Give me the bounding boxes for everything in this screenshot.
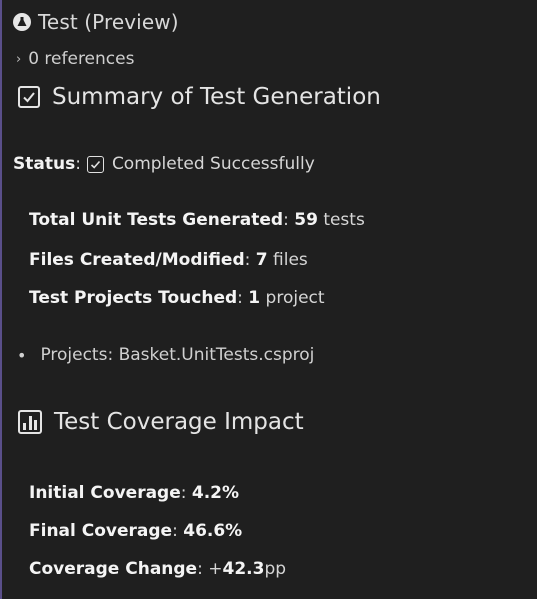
- checkbox-checked-icon: [86, 155, 104, 173]
- stat-label: Files Created/Modified: [29, 250, 245, 270]
- editor-left-rule: [0, 0, 2, 599]
- summary-heading: Summary of Test Generation: [18, 84, 381, 110]
- header-title: Test (Preview): [38, 10, 179, 34]
- stat-projects: Test Projects Touched: 1 project: [29, 288, 325, 308]
- stat-final-coverage: Final Coverage: 46.6%: [29, 521, 243, 541]
- stat-prefix: +: [208, 559, 223, 579]
- summary-heading-text: Summary of Test Generation: [52, 84, 381, 110]
- status-label: Status: [13, 154, 76, 174]
- stat-value: 59: [294, 210, 318, 230]
- status-line: Status: Completed Successfully: [13, 154, 315, 174]
- stat-value: 42.3: [222, 559, 265, 579]
- stat-label: Initial Coverage: [29, 483, 181, 503]
- projects-line: Projects: Basket.UnitTests.csproj: [40, 345, 315, 365]
- stat-label: Coverage Change: [29, 559, 198, 579]
- stat-label: Final Coverage: [29, 521, 173, 541]
- bullet-icon: •: [17, 345, 27, 365]
- chevron-right-icon: ›: [16, 51, 22, 67]
- stat-total-tests: Total Unit Tests Generated: 59 tests: [29, 210, 365, 230]
- stat-coverage-change: Coverage Change: +42.3pp: [29, 559, 287, 579]
- stat-initial-coverage: Initial Coverage: 4.2%: [29, 483, 240, 503]
- stat-files: Files Created/Modified: 7 files: [29, 250, 308, 270]
- stat-value: 1: [248, 288, 261, 308]
- references-label: 0 references: [28, 49, 135, 69]
- list-item: • Projects: Basket.UnitTests.csproj: [17, 345, 314, 365]
- flask-icon: [13, 13, 31, 31]
- stat-value: 4.2%: [191, 483, 240, 503]
- coverage-heading-text: Test Coverage Impact: [54, 409, 304, 435]
- status-value: Completed Successfully: [111, 154, 315, 174]
- bar-chart-icon: [18, 410, 42, 434]
- stat-value: 7: [255, 250, 268, 270]
- stat-label: Test Projects Touched: [29, 288, 238, 308]
- stat-value: 46.6%: [183, 521, 243, 541]
- stat-unit: project: [265, 288, 325, 308]
- coverage-heading: Test Coverage Impact: [18, 409, 304, 435]
- checkbox-checked-icon: [18, 86, 40, 108]
- codelens-header[interactable]: Test (Preview): [13, 10, 179, 34]
- stat-unit: tests: [323, 210, 365, 230]
- stat-unit: files: [273, 250, 308, 270]
- references-toggle[interactable]: › 0 references: [16, 49, 134, 69]
- stat-unit: pp: [264, 559, 287, 579]
- stat-label: Total Unit Tests Generated: [29, 210, 284, 230]
